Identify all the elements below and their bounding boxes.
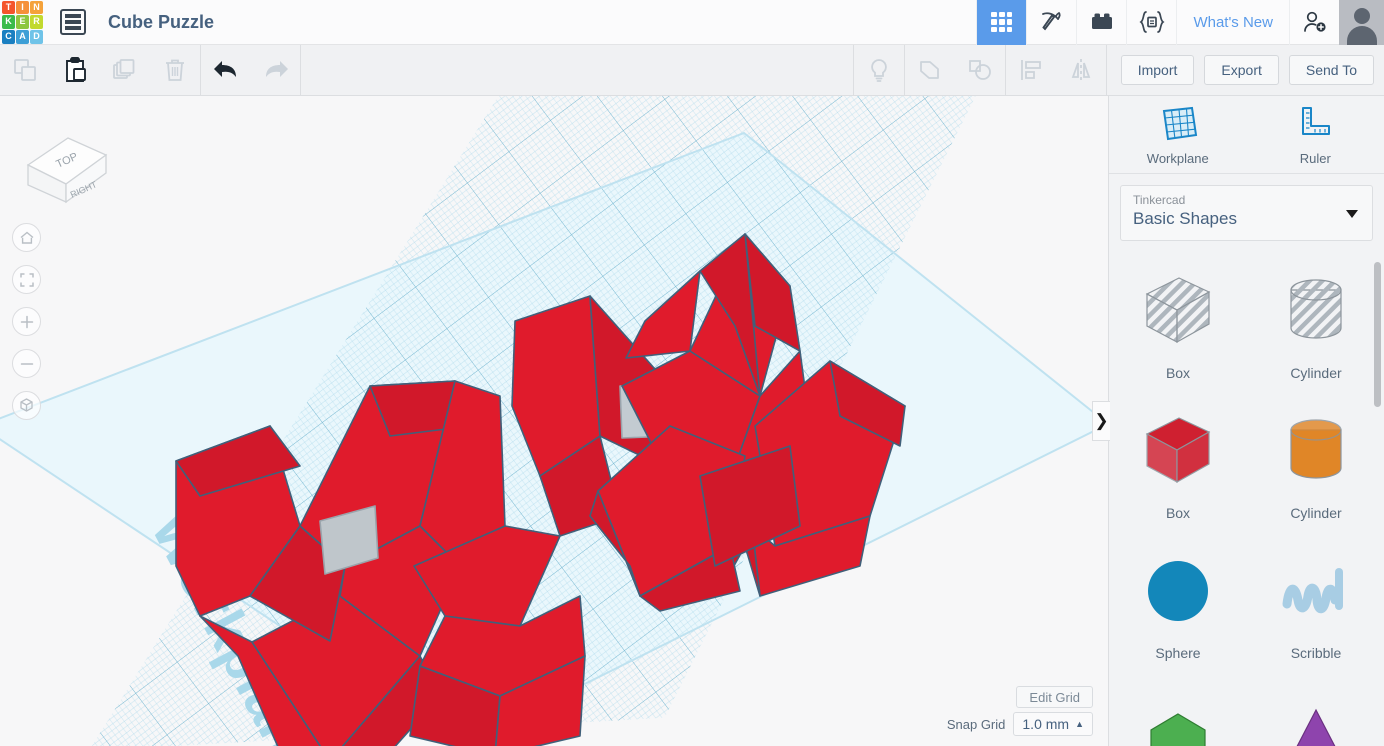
- app-header: TIN KER CAD Cube Puzzle What's New: [0, 0, 1384, 45]
- lego-brick-icon[interactable]: [1076, 0, 1126, 45]
- view-cube[interactable]: TOP RIGHT: [6, 110, 108, 210]
- panel-scrollbar[interactable]: [1374, 262, 1381, 407]
- ruler-tool-label: Ruler: [1299, 151, 1331, 166]
- shape-polygon[interactable]: [1109, 676, 1247, 746]
- ruler-icon: [1302, 107, 1331, 135]
- sphere-thumbnail-icon: [1139, 552, 1217, 635]
- add-person-icon[interactable]: [1289, 0, 1339, 45]
- fit-to-view-button[interactable]: [12, 265, 41, 294]
- shape-scribble[interactable]: Scribble: [1247, 536, 1384, 676]
- shape-cylinder-solid[interactable]: Cylinder: [1247, 396, 1384, 536]
- ruler-tool[interactable]: Ruler: [1247, 96, 1384, 173]
- ungroup-icon[interactable]: [955, 45, 1005, 95]
- scene-3d[interactable]: Workplane: [0, 96, 1108, 746]
- tinkercad-app: TIN KER CAD Cube Puzzle What's New Import …: [0, 0, 1384, 746]
- list-menu-icon[interactable]: [60, 9, 86, 35]
- shape-label: Box: [1165, 364, 1191, 381]
- header-actions: What's New: [976, 0, 1384, 45]
- shape-cylinder-hole[interactable]: Cylinder: [1247, 256, 1384, 396]
- cylinder-thumbnail-icon: [1277, 272, 1355, 355]
- shape-label: Box: [1165, 504, 1191, 521]
- snap-grid-label: Snap Grid: [946, 716, 1006, 732]
- codeblocks-icon[interactable]: [1126, 0, 1176, 45]
- export-button[interactable]: Export: [1204, 55, 1279, 85]
- shape-label: Scribble: [1290, 644, 1342, 661]
- workplane-tool-label: Workplane: [1146, 151, 1209, 166]
- shape-box-solid[interactable]: Box: [1109, 396, 1247, 536]
- perspective-toggle-button[interactable]: [12, 391, 41, 420]
- main-toolbar: Import Export Send To: [0, 45, 1384, 96]
- dropdown-value: Basic Shapes: [1133, 209, 1237, 228]
- grid-3d-designs-icon[interactable]: [976, 0, 1027, 45]
- shape-box-hole[interactable]: Box: [1109, 256, 1247, 396]
- page-title: Cube Puzzle: [108, 11, 215, 32]
- whats-new-link[interactable]: What's New: [1176, 0, 1289, 45]
- lightbulb-hint-icon[interactable]: [854, 45, 904, 95]
- shape-cone[interactable]: [1247, 676, 1384, 746]
- panel-tools: Workplane Ruler: [1109, 96, 1384, 174]
- logo-tile-d: D: [30, 29, 43, 44]
- workplane-grid-icon: [1162, 106, 1197, 141]
- viewport-navigation: TOP RIGHT: [6, 110, 116, 420]
- avatar[interactable]: [1339, 0, 1384, 45]
- home-view-button[interactable]: [12, 223, 41, 252]
- send-to-button[interactable]: Send To: [1288, 55, 1374, 85]
- logo-tile-k: K: [2, 15, 15, 29]
- shape-label: Sphere: [1155, 644, 1201, 661]
- snap-grid-select[interactable]: 1.0 mm ▲: [1013, 712, 1093, 736]
- cylinder-thumbnail-icon: [1277, 412, 1355, 495]
- logo-tile-r: R: [30, 15, 43, 29]
- logo-tile-a: A: [16, 29, 29, 44]
- redo-icon[interactable]: [251, 45, 301, 95]
- scribble-thumbnail-icon: [1277, 552, 1355, 635]
- zoom-out-button[interactable]: [12, 349, 41, 378]
- shape-sphere[interactable]: Sphere: [1109, 536, 1247, 676]
- chevron-down-icon: [1346, 210, 1358, 218]
- toolbar-divider-6: [1105, 45, 1107, 95]
- workplane-tool[interactable]: Workplane: [1109, 96, 1247, 173]
- viewport-canvas[interactable]: Workplane TOP RIGHT Edit Grid Snap Grid …: [0, 96, 1108, 746]
- pickaxe-minecraft-icon[interactable]: [1026, 0, 1076, 45]
- logo-tile-c: C: [2, 29, 15, 44]
- logo-tile-i: I: [16, 0, 29, 15]
- box-thumbnail-icon: [1139, 412, 1217, 495]
- tinkercad-logo[interactable]: TIN KER CAD: [0, 0, 44, 45]
- paste-icon[interactable]: [50, 45, 100, 95]
- dropdown-sublabel: Tinkercad: [1133, 193, 1186, 207]
- logo-tile-n: N: [30, 0, 43, 15]
- caret-up-icon: ▲: [1075, 719, 1084, 729]
- shapes-panel: ❯ Workplane Ruler Tinkercad Basic Shapes…: [1092, 96, 1384, 746]
- delete-trash-icon[interactable]: [150, 45, 200, 95]
- copy-icon[interactable]: [0, 45, 50, 95]
- zoom-in-button[interactable]: [12, 307, 41, 336]
- logo-tile-t: T: [2, 0, 15, 15]
- duplicate-icon[interactable]: [100, 45, 150, 95]
- snap-grid-control: Snap Grid 1.0 mm ▲: [947, 712, 1093, 736]
- mirror-flip-icon[interactable]: [1056, 45, 1106, 95]
- cone-thumbnail-icon: [1277, 700, 1355, 746]
- snap-grid-value: 1.0 mm: [1022, 716, 1070, 732]
- toolbar-buttons: Import Export Send To: [1120, 55, 1384, 85]
- group-icon[interactable]: [905, 45, 955, 95]
- edit-grid-button[interactable]: Edit Grid: [1016, 686, 1093, 708]
- undo-icon[interactable]: [201, 45, 251, 95]
- align-icon[interactable]: [1006, 45, 1056, 95]
- toolbar-divider-2: [300, 45, 301, 95]
- logo-tile-e: E: [16, 15, 29, 29]
- shape-library-list[interactable]: Box Cylinder Box Cylinder Sphere Scribble: [1109, 256, 1384, 746]
- box-thumbnail-icon: [1139, 272, 1217, 355]
- polygon-thumbnail-icon: [1139, 700, 1217, 746]
- shape-library-dropdown[interactable]: Tinkercad Basic Shapes: [1120, 185, 1373, 241]
- shape-label: Cylinder: [1290, 364, 1342, 381]
- shape-label: Cylinder: [1290, 504, 1342, 521]
- import-button[interactable]: Import: [1120, 55, 1195, 85]
- panel-collapse-toggle[interactable]: ❯: [1092, 401, 1110, 441]
